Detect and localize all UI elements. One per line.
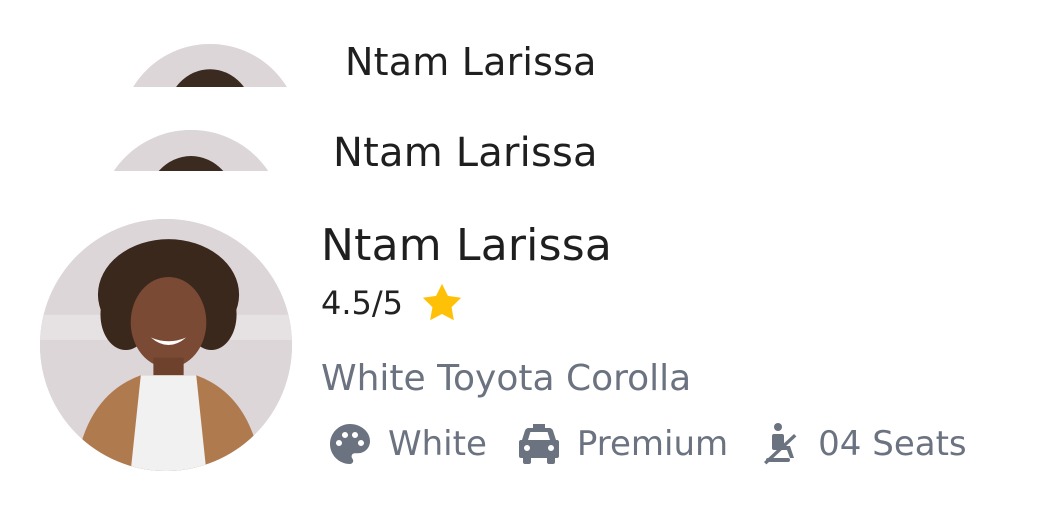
feature-color: White	[326, 420, 487, 468]
star-icon	[422, 283, 462, 321]
feature-label: Premium	[576, 424, 729, 464]
driver-name: Ntam Larissa	[321, 220, 612, 271]
driver-name: Ntam Larissa	[345, 40, 597, 84]
driver-rating: 4.5/5	[321, 280, 465, 326]
car-model: White Toyota Corolla	[321, 358, 692, 399]
driver-photo-icon	[40, 219, 292, 471]
feature-label: White	[388, 424, 487, 464]
rating-value: 4.5/5	[321, 284, 404, 322]
car-features: White Premium 04 Seats	[326, 420, 967, 468]
feature-label: 04 Seats	[818, 424, 967, 464]
avatar-clip	[120, 44, 300, 87]
avatar	[120, 44, 300, 87]
avatar-clip	[98, 130, 284, 171]
driver-name: Ntam Larissa	[333, 130, 598, 176]
driver-photo-icon	[120, 44, 300, 87]
avatar	[40, 219, 292, 471]
driver-photo-icon	[98, 130, 284, 171]
seatbelt-icon	[764, 423, 797, 465]
taxi-icon	[518, 424, 559, 464]
feature-class: Premium	[515, 420, 728, 468]
avatar	[98, 130, 284, 171]
palette-icon	[330, 424, 370, 464]
feature-seats: 04 Seats	[756, 420, 967, 468]
